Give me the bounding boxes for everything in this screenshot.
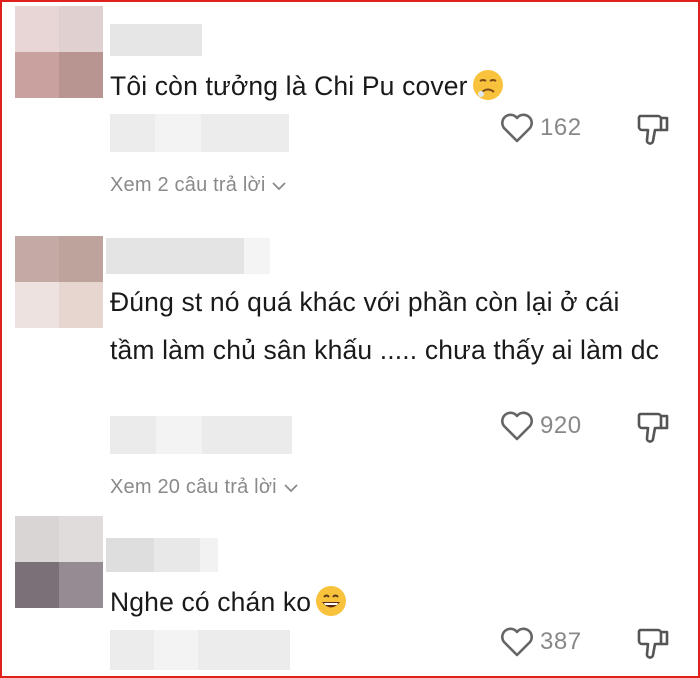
view-replies-button[interactable]: Xem 2 câu trả lời xyxy=(110,174,287,197)
chevron-down-icon xyxy=(284,483,298,492)
heart-icon xyxy=(501,113,533,143)
avatar[interactable] xyxy=(15,6,103,98)
like-count: 387 xyxy=(540,628,582,655)
heart-icon xyxy=(501,627,533,657)
like-count: 920 xyxy=(540,412,582,439)
chevron-down-icon xyxy=(272,181,287,190)
comment-text: Tôi còn tưởng là Chi Pu cover xyxy=(110,62,660,110)
grinning-face-emoji xyxy=(316,586,347,616)
timestamp-blurred xyxy=(110,630,290,670)
like-button[interactable]: 920 xyxy=(500,410,582,442)
username-blurred[interactable] xyxy=(110,24,202,56)
like-count: 162 xyxy=(540,114,582,141)
username-blurred[interactable] xyxy=(106,538,218,572)
timestamp-blurred xyxy=(110,416,292,454)
tired-face-emoji xyxy=(472,70,503,100)
thumbs-down-icon[interactable] xyxy=(636,626,670,660)
thumbs-down-icon[interactable] xyxy=(636,112,670,146)
comment-text: Nghe có chán ko xyxy=(110,578,660,626)
view-replies-button[interactable]: Xem 20 câu trả lời xyxy=(110,476,299,499)
thumbs-down-icon[interactable] xyxy=(636,410,670,444)
like-button[interactable]: 387 xyxy=(500,626,582,658)
avatar[interactable] xyxy=(15,236,103,328)
timestamp-blurred xyxy=(110,114,289,152)
like-button[interactable]: 162 xyxy=(500,112,582,144)
comment-text: Đúng st nó quá khác với phần còn lại ở c… xyxy=(110,287,659,365)
avatar[interactable] xyxy=(15,516,103,608)
username-blurred[interactable] xyxy=(106,238,270,274)
heart-icon xyxy=(501,411,533,441)
